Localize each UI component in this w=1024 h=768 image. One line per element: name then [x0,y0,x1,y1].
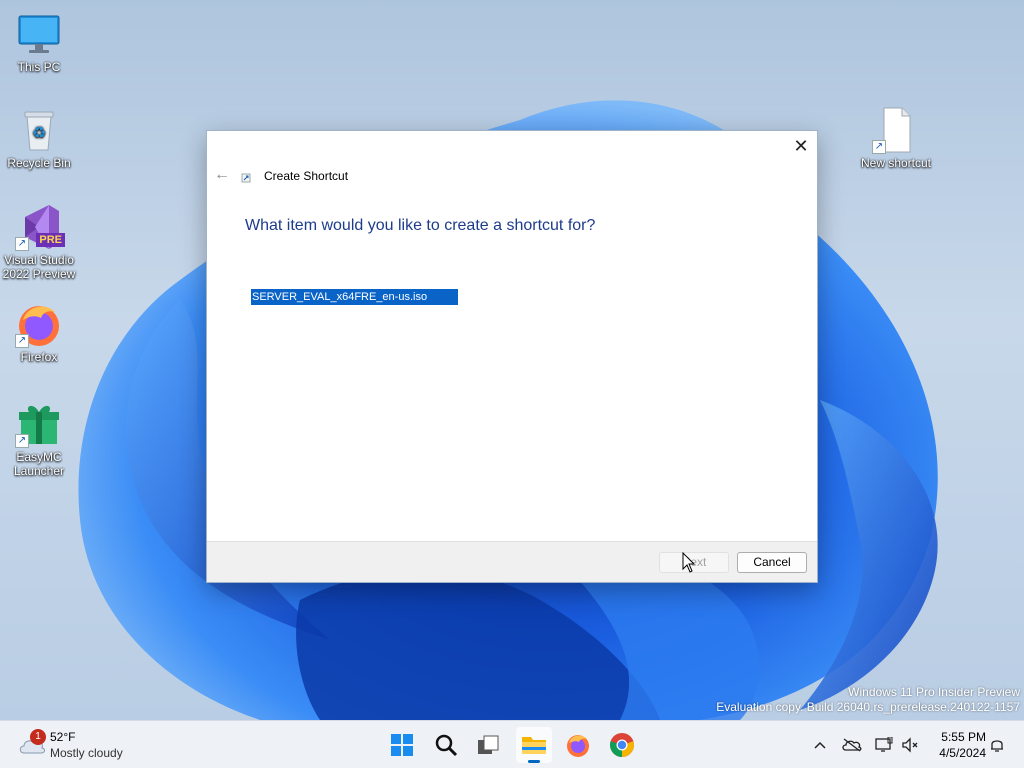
preview-badge: PRE [36,233,65,247]
evaluation-watermark: Windows 11 Pro Insider Preview Evaluatio… [716,685,1020,715]
notification-badge: 1 [30,729,46,745]
desktop-icon-recycle-bin[interactable]: ♻ Recycle Bin [1,106,77,170]
mouse-cursor-icon [682,552,696,573]
watermark-line-1: Windows 11 Pro Insider Preview [848,685,1020,699]
start-icon [391,734,413,756]
desktop-icon-label: Visual Studio 2022 Preview [2,253,76,281]
weather-temperature: 52°F [50,730,76,744]
desktop-icon-new-shortcut[interactable]: ↗ New shortcut [858,106,934,170]
desktop-icon-label: New shortcut [860,156,932,170]
dialog-footer: Next Cancel [207,541,817,582]
watermark-line-2: Evaluation copy. Build 26040.rs_prerelea… [716,700,1020,714]
gift-icon: ↗ [15,400,63,448]
back-arrow-icon[interactable]: ← [211,167,233,185]
create-shortcut-dialog: ✕ ← Create Shortcut What item would you … [206,130,818,583]
weather-widget[interactable]: 1 52°F Mostly cloudy [16,727,156,763]
system-clock[interactable]: 5:55 PM 4/5/2024 [926,729,986,761]
taskbar: 1 52°F Mostly cloudy 5:55 PM 4/5/2024 [0,720,1024,768]
file-explorer-button[interactable] [516,727,552,763]
volume-muted-icon[interactable] [898,733,922,757]
desktop-icon-this-pc[interactable]: This PC [1,10,77,74]
firefox-icon [567,735,589,757]
network-icon[interactable] [872,733,896,757]
dialog-title: Create Shortcut [264,169,349,183]
shortcut-arrow-icon: ↗ [15,334,29,348]
firefox-taskbar-button[interactable] [560,727,596,763]
clock-date: 4/5/2024 [939,746,986,760]
desktop-icon-visual-studio[interactable]: PRE ↗ Visual Studio 2022 Preview [1,203,77,281]
visual-studio-icon: PRE ↗ [15,203,65,251]
task-view-icon [478,735,499,754]
desktop-icon-label: EasyMC Launcher [13,450,65,478]
shortcut-arrow-icon: ↗ [15,434,29,448]
close-button[interactable]: ✕ [785,131,817,161]
cancel-button[interactable]: Cancel [737,552,807,573]
active-indicator [528,760,540,763]
show-hidden-icons-chevron-icon[interactable] [810,733,830,757]
file-icon: ↗ [872,106,920,154]
task-view-button[interactable] [470,727,506,763]
item-location-input[interactable] [251,289,458,305]
desktop-icon-easymc-launcher[interactable]: ↗ EasyMC Launcher [1,400,77,478]
firefox-icon: ↗ [15,300,63,348]
shortcut-arrow-icon: ↗ [15,237,29,251]
chrome-icon [610,733,634,757]
file-explorer-icon [522,737,546,754]
svg-text:♻: ♻ [32,125,46,142]
search-button[interactable] [428,727,464,763]
start-button[interactable] [384,727,420,763]
notification-bell-icon[interactable] [986,733,1008,757]
weather-condition: Mostly cloudy [50,746,123,760]
desktop-icon-label: This PC [17,60,61,74]
onedrive-icon[interactable] [840,733,864,757]
clock-time: 5:55 PM [941,730,986,744]
recycle-bin-icon: ♻ [15,106,63,154]
shortcut-arrow-icon: ↗ [872,140,886,154]
chrome-taskbar-button[interactable] [604,727,640,763]
search-icon [435,734,458,757]
shortcut-wizard-icon [241,173,251,183]
desktop-icon-label: Firefox [20,350,58,364]
desktop-icon-label: Recycle Bin [7,156,71,170]
dialog-heading: What item would you like to create a sho… [245,217,596,234]
monitor-icon [15,10,63,58]
desktop-icon-firefox[interactable]: ↗ Firefox [1,300,77,364]
